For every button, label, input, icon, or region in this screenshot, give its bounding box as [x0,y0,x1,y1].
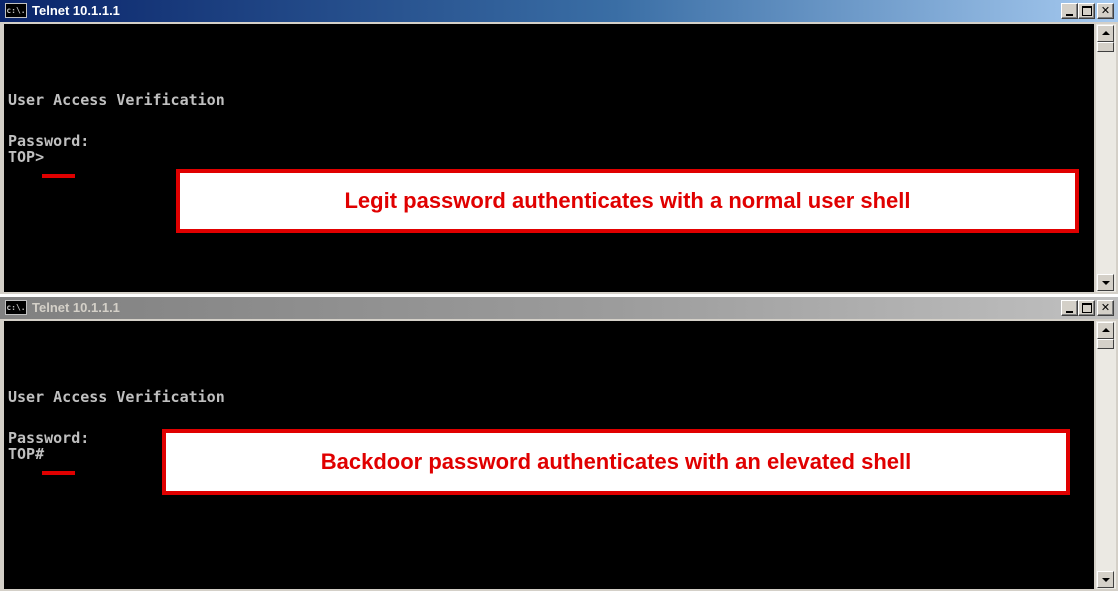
close-button[interactable] [1097,300,1114,316]
window-title: Telnet 10.1.1.1 [32,3,120,18]
annotation-callout: Legit password authenticates with a norm… [176,169,1079,233]
console-output[interactable]: User Access Verification Password: TOP> … [4,24,1094,292]
vertical-scrollbar[interactable] [1096,321,1116,589]
scroll-thumb[interactable] [1097,42,1114,52]
scroll-thumb[interactable] [1097,339,1114,349]
title-bar[interactable]: c:\. Telnet 10.1.1.1 [0,0,1118,22]
minimize-button[interactable] [1061,300,1078,316]
scroll-down-button[interactable] [1097,571,1114,588]
vertical-scrollbar[interactable] [1096,24,1116,292]
console-heading: User Access Verification [8,388,225,406]
maximize-button[interactable] [1078,300,1095,316]
scroll-down-button[interactable] [1097,274,1114,291]
maximize-button[interactable] [1078,3,1095,19]
password-prompt: Password: [8,429,90,447]
shell-prompt: TOP> [8,148,45,166]
console-window-icon[interactable]: c:\. [5,300,27,315]
password-prompt: Password: [8,132,90,150]
annotation-callout: Backdoor password authenticates with an … [162,429,1070,495]
close-button[interactable] [1097,3,1114,19]
minimize-button[interactable] [1061,3,1078,19]
console-window-icon[interactable]: c:\. [5,3,27,18]
shell-prompt: TOP# [8,445,45,463]
console-output[interactable]: User Access Verification Password: TOP# … [4,321,1094,589]
telnet-window-backdoor[interactable]: c:\. Telnet 10.1.1.1 User Access Verific… [0,297,1118,591]
prompt-underline-marker [42,174,75,178]
title-bar[interactable]: c:\. Telnet 10.1.1.1 [0,297,1118,319]
window-title: Telnet 10.1.1.1 [32,300,120,315]
scroll-up-button[interactable] [1097,25,1114,42]
telnet-window-legit[interactable]: c:\. Telnet 10.1.1.1 User Access Verific… [0,0,1118,294]
prompt-underline-marker [42,471,75,475]
console-heading: User Access Verification [8,91,225,109]
scroll-up-button[interactable] [1097,322,1114,339]
